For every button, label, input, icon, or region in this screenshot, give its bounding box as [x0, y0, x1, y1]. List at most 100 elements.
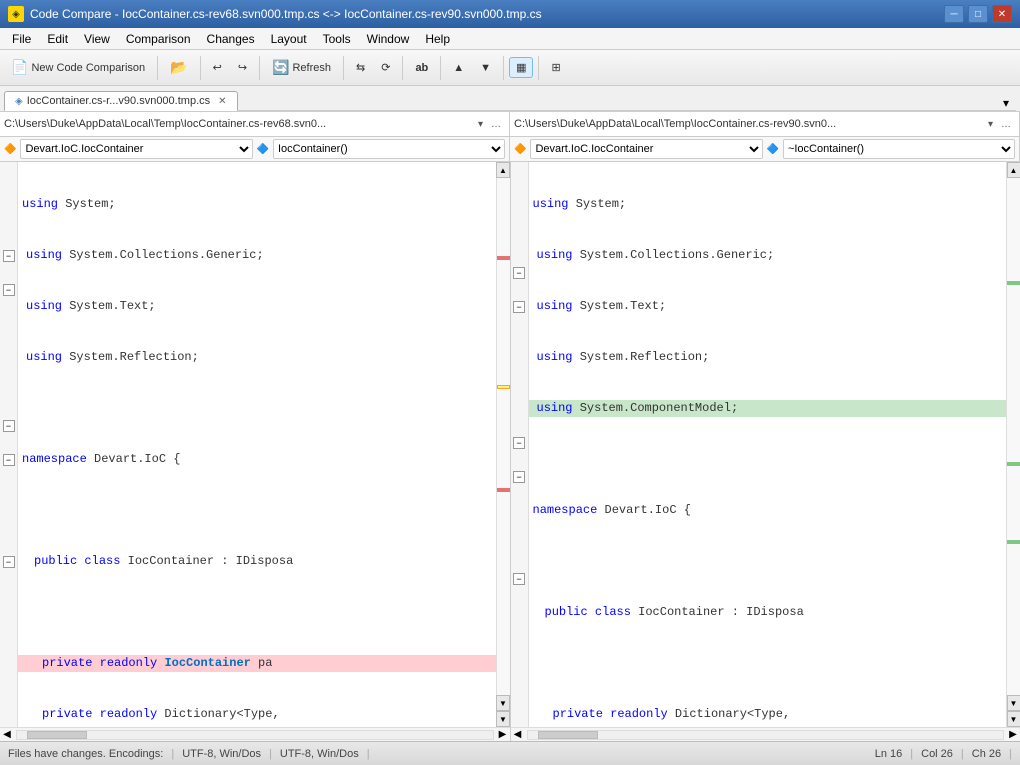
left-h-scrollbar[interactable]: ◀ ▶	[0, 727, 510, 741]
new-comparison-button[interactable]: 📄 New Code Comparison	[4, 55, 152, 80]
right-line-7: namespace Devart.IoC {	[529, 502, 1007, 519]
left-symbol-bar: 🔶 Devart.IoC.IocContainer 🔷 IocContainer…	[0, 137, 510, 161]
main-tab[interactable]: ◈ IocContainer.cs-r...v90.svn000.tmp.cs …	[4, 91, 238, 111]
right-line-8	[529, 553, 1007, 570]
toolbar-sep-1	[157, 56, 158, 80]
left-code-lines: using System; using System.Collections.G…	[18, 162, 496, 727]
left-scroll-track	[16, 730, 494, 740]
right-scroll-right[interactable]: ▶	[1006, 729, 1020, 740]
menu-view[interactable]: View	[76, 30, 118, 48]
left-method-dropdown[interactable]: IocContainer()	[273, 139, 505, 159]
menu-tools[interactable]: Tools	[315, 30, 359, 48]
right-collapse-dtor[interactable]: −	[513, 573, 525, 585]
right-collapse-ctor1[interactable]: −	[513, 437, 525, 449]
toolbar-sep-8	[538, 56, 539, 80]
menu-file[interactable]: File	[4, 30, 39, 48]
new-comparison-icon: 📄	[11, 59, 28, 76]
right-collapse-ctor2[interactable]: −	[513, 471, 525, 483]
right-collapse-class[interactable]: −	[513, 301, 525, 313]
left-collapse-dtor[interactable]: −	[3, 556, 15, 568]
left-collapse-margin: − − − −	[0, 162, 18, 727]
left-diff-up[interactable]: ▲	[496, 162, 510, 178]
right-code-scroll[interactable]: using System; using System.Collections.G…	[529, 162, 1007, 727]
menu-comparison[interactable]: Comparison	[118, 30, 199, 48]
left-line-10: private readonly IocContainer pa	[18, 655, 496, 672]
navigate-button[interactable]: ⇆	[349, 57, 372, 78]
menu-window[interactable]: Window	[359, 30, 418, 48]
right-symbol-bar: 🔶 Devart.IoC.IocContainer 🔷 ~IocContaine…	[510, 137, 1020, 161]
left-diff-mark-2	[497, 385, 510, 389]
right-path-browse[interactable]: …	[997, 118, 1015, 131]
right-path-dropdown[interactable]: ▾	[984, 118, 997, 131]
more-button[interactable]: ⊞	[544, 57, 567, 78]
find-icon: ab	[415, 62, 428, 74]
left-path-browse[interactable]: …	[487, 118, 505, 131]
tab-dropdown-button[interactable]: ▾	[996, 96, 1016, 111]
left-scroll-right[interactable]: ▶	[496, 729, 510, 740]
window-title: Code Compare - IocContainer.cs-rev68.svn…	[30, 7, 944, 21]
left-class-icon: 🔶	[4, 144, 16, 155]
left-encoding: UTF-8, Win/Dos	[182, 748, 261, 760]
left-class-dropdown[interactable]: Devart.IoC.IocContainer	[20, 139, 252, 159]
close-button[interactable]: ✕	[992, 5, 1012, 23]
left-line-1: using System;	[18, 196, 496, 213]
right-diff-down[interactable]: ▼	[1007, 695, 1020, 711]
left-path-dropdown[interactable]: ▾	[474, 118, 487, 131]
app-icon: ◈	[8, 6, 24, 22]
left-line-9	[18, 604, 496, 621]
right-method-dropdown[interactable]: ~IocContainer()	[783, 139, 1015, 159]
right-diff-track	[1007, 178, 1020, 695]
left-collapse-ctor1[interactable]: −	[3, 420, 15, 432]
left-scroll-thumb[interactable]	[27, 731, 87, 739]
refresh-button[interactable]: 🔄 Refresh	[265, 55, 338, 80]
more-icon: ⊞	[551, 61, 560, 74]
right-line-10	[529, 655, 1007, 672]
redo-button[interactable]: ↪	[231, 57, 254, 78]
left-diff-nav: ▲ ▼ ▼	[496, 162, 510, 727]
left-diff-down[interactable]: ▼	[496, 695, 510, 711]
toolbar-sep-6	[440, 56, 441, 80]
right-collapse-namespace[interactable]: −	[513, 267, 525, 279]
left-path-input[interactable]	[4, 118, 474, 130]
left-scroll-left[interactable]: ◀	[0, 729, 14, 740]
open-button[interactable]: 📂	[163, 55, 194, 80]
right-diff-down2[interactable]: ▼	[1007, 711, 1020, 727]
menu-help[interactable]: Help	[417, 30, 458, 48]
next-diff-button[interactable]: ▼	[473, 58, 498, 78]
find-button[interactable]: ab	[408, 58, 435, 78]
left-collapse-ctor2[interactable]: −	[3, 454, 15, 466]
right-scroll-thumb[interactable]	[538, 731, 598, 739]
right-line-1: using System;	[529, 196, 1007, 213]
left-line-4: using System.Reflection;	[18, 349, 496, 366]
left-diff-down2[interactable]: ▼	[496, 711, 510, 727]
tab-close-button[interactable]: ✕	[218, 96, 226, 107]
left-code-scroll[interactable]: using System; using System.Collections.G…	[18, 162, 496, 727]
right-h-scrollbar[interactable]: ◀ ▶	[511, 727, 1020, 741]
undo-button[interactable]: ↩	[206, 57, 229, 78]
navigate-icon: ⇆	[356, 61, 365, 74]
left-collapse-namespace[interactable]: −	[3, 250, 15, 262]
right-line-6	[529, 451, 1007, 468]
right-encoding: UTF-8, Win/Dos	[280, 748, 359, 760]
menu-changes[interactable]: Changes	[199, 30, 263, 48]
toolbar-sep-5	[402, 56, 403, 80]
prev-diff-button[interactable]: ▲	[446, 58, 471, 78]
menu-edit[interactable]: Edit	[39, 30, 76, 48]
right-diff-up[interactable]: ▲	[1007, 162, 1020, 178]
menu-layout[interactable]: Layout	[263, 30, 315, 48]
symbol-bar-row: 🔶 Devart.IoC.IocContainer 🔷 IocContainer…	[0, 137, 1020, 162]
view-toggle-button[interactable]: ▦	[509, 57, 533, 78]
toolbar-sep-4	[343, 56, 344, 80]
left-diff-mark-1	[497, 256, 510, 260]
left-path-bar: ▾ …	[0, 112, 510, 136]
right-class-dropdown[interactable]: Devart.IoC.IocContainer	[530, 139, 762, 159]
minimize-button[interactable]: ─	[944, 5, 964, 23]
right-path-input[interactable]	[514, 118, 984, 130]
maximize-button[interactable]: □	[968, 5, 988, 23]
right-diff-mark-3	[1007, 540, 1020, 544]
left-collapse-class[interactable]: −	[3, 284, 15, 296]
undo-icon: ↩	[213, 61, 222, 74]
right-scroll-left[interactable]: ◀	[511, 729, 525, 740]
sync-button[interactable]: ⟳	[374, 57, 397, 78]
left-line-7	[18, 502, 496, 519]
